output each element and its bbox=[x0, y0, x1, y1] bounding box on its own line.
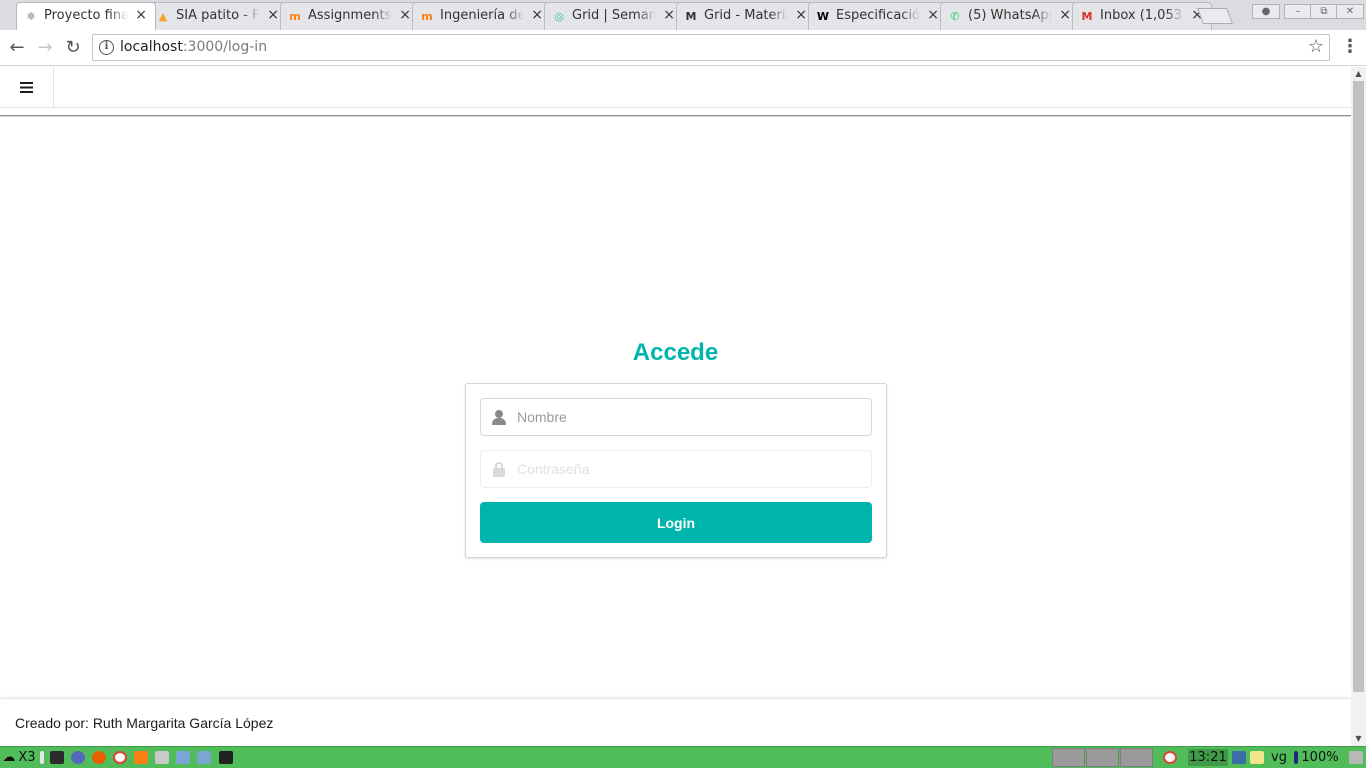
close-tab-icon[interactable]: × bbox=[795, 7, 807, 23]
file-manager-icon[interactable] bbox=[155, 751, 169, 764]
browser-tab[interactable]: m Ingeniería de Software × bbox=[412, 2, 552, 30]
settings-gear-icon[interactable] bbox=[71, 751, 85, 764]
network-icon[interactable] bbox=[1232, 751, 1246, 764]
close-tab-icon[interactable]: × bbox=[663, 7, 675, 23]
battery-level: 100% bbox=[1301, 750, 1339, 765]
taskbar-window-slot[interactable] bbox=[1052, 748, 1085, 767]
show-desktop-icon[interactable] bbox=[1349, 751, 1363, 764]
lock-icon bbox=[492, 462, 506, 477]
address-bar-url[interactable]: localhost:3000/log-in bbox=[120, 39, 267, 55]
browser-tab-title: Especificación bbox=[836, 8, 920, 23]
close-tab-icon[interactable]: × bbox=[399, 7, 411, 23]
login-form: Login bbox=[465, 383, 887, 558]
address-bar[interactable]: i localhost:3000/log-in ☆ bbox=[92, 34, 1330, 61]
browser-tab[interactable]: M Grid - Material-UI × bbox=[676, 2, 816, 30]
browser-tab[interactable]: ⚛ Proyecto final × bbox=[16, 2, 156, 30]
material-ui-icon: M bbox=[685, 9, 697, 23]
page-scrollbar[interactable]: ▲ ▼ bbox=[1351, 67, 1366, 746]
minimize-button[interactable]: – bbox=[1284, 4, 1312, 19]
semantic-ui-icon: ◎ bbox=[554, 9, 564, 23]
scroll-down-arrow-icon[interactable]: ▼ bbox=[1351, 732, 1366, 746]
user-icon bbox=[492, 410, 506, 425]
notes-icon[interactable] bbox=[1250, 751, 1264, 764]
browser-tab[interactable]: M Inbox (1,053) × bbox=[1072, 2, 1212, 30]
scroll-up-arrow-icon[interactable]: ▲ bbox=[1351, 67, 1366, 81]
login-button[interactable]: Login bbox=[480, 502, 872, 543]
profile-button[interactable]: ● bbox=[1252, 4, 1280, 19]
taskbar-window-slot[interactable] bbox=[1086, 748, 1119, 767]
desktop-taskbar: ☁ X3 13:21 vg 100% bbox=[0, 746, 1366, 768]
start-menu-icon[interactable]: ☁ bbox=[2, 749, 16, 766]
browser-tab-title: (5) WhatsApp bbox=[968, 8, 1052, 23]
browser-tab[interactable]: ▲ SIA patito - Firebase × bbox=[148, 2, 288, 30]
scrollbar-thumb[interactable] bbox=[1353, 81, 1364, 692]
close-tab-icon[interactable]: × bbox=[1059, 7, 1071, 23]
username-field[interactable] bbox=[480, 398, 872, 436]
terminal-icon[interactable] bbox=[219, 751, 233, 764]
reload-icon[interactable]: ↻ bbox=[62, 37, 84, 59]
browser-menu-icon[interactable]: ⋮ bbox=[1341, 36, 1359, 57]
password-field[interactable] bbox=[480, 450, 872, 488]
hamburger-icon bbox=[20, 82, 33, 93]
moodle-icon: m bbox=[289, 9, 301, 23]
browser-tab[interactable]: W Especificación × bbox=[808, 2, 948, 30]
close-tab-icon[interactable]: × bbox=[531, 7, 543, 23]
browser-tab[interactable]: ✆ (5) WhatsApp × bbox=[940, 2, 1080, 30]
chrome-icon[interactable] bbox=[113, 751, 127, 764]
footer-credit: Creado por: Ruth Margarita García López bbox=[15, 715, 274, 731]
browser-tab-title: Inbox (1,053) bbox=[1100, 8, 1184, 23]
browser-tab[interactable]: m Assignments × bbox=[280, 2, 420, 30]
whatsapp-icon: ✆ bbox=[950, 9, 960, 23]
launcher-app-icon[interactable] bbox=[50, 751, 64, 764]
window-icon[interactable] bbox=[176, 751, 190, 764]
password-input[interactable] bbox=[517, 451, 867, 487]
moodle-icon: m bbox=[421, 9, 433, 23]
browser-tab-title: Ingeniería de Software bbox=[440, 8, 524, 23]
restore-button[interactable]: ⧉ bbox=[1310, 4, 1338, 19]
battery-icon bbox=[1294, 751, 1298, 764]
chrome-tray-icon[interactable] bbox=[1163, 751, 1177, 764]
browser-tab-title: SIA patito - Firebase bbox=[176, 8, 260, 23]
close-tab-icon[interactable]: × bbox=[927, 7, 939, 23]
forward-arrow-icon[interactable]: → bbox=[34, 37, 56, 59]
browser-tab-strip: ⚛Proyecto final×▲SIA patito - Firebase×m… bbox=[0, 0, 1366, 30]
close-tab-icon[interactable]: × bbox=[135, 7, 147, 23]
taskbar-window-slot[interactable] bbox=[1120, 748, 1153, 767]
site-info-icon[interactable]: i bbox=[99, 40, 114, 55]
browser-toolbar: ← → ↻ i localhost:3000/log-in ☆ bbox=[0, 30, 1366, 66]
browser-tab[interactable]: ◎ Grid | Semantic UI × bbox=[544, 2, 684, 30]
keyboard-layout[interactable]: vg bbox=[1268, 749, 1290, 766]
workspace-switcher[interactable]: X3 bbox=[17, 749, 37, 766]
browser-tab-title: Grid | Semantic UI bbox=[572, 8, 656, 23]
page-viewport: Accede Login Creado por: Ruth Margarita … bbox=[0, 67, 1351, 746]
moodle-icon[interactable] bbox=[134, 751, 148, 764]
top-menu bbox=[0, 67, 1351, 108]
browser-tab-title: Grid - Material-UI bbox=[704, 8, 788, 23]
separator-icon bbox=[40, 751, 44, 764]
wikipedia-icon: W bbox=[816, 9, 830, 23]
browser-tab-title: Proyecto final bbox=[44, 8, 128, 23]
footer: Creado por: Ruth Margarita García López bbox=[0, 698, 1351, 746]
firebase-icon: ▲ bbox=[158, 9, 168, 23]
window-icon[interactable] bbox=[197, 751, 211, 764]
back-arrow-icon[interactable]: ← bbox=[6, 37, 28, 59]
hamburger-menu-button[interactable] bbox=[0, 67, 54, 108]
close-window-button[interactable]: ✕ bbox=[1336, 4, 1364, 19]
username-input[interactable] bbox=[517, 399, 867, 435]
login-title: Accede bbox=[632, 339, 719, 366]
bookmark-star-icon[interactable]: ☆ bbox=[1308, 36, 1324, 57]
divider bbox=[0, 115, 1351, 117]
clock[interactable]: 13:21 bbox=[1188, 749, 1228, 766]
react-icon: ⚛ bbox=[26, 9, 36, 23]
browser-tab-title: Assignments bbox=[308, 8, 392, 23]
gmail-icon: M bbox=[1081, 9, 1093, 23]
close-tab-icon[interactable]: × bbox=[267, 7, 279, 23]
firefox-icon[interactable] bbox=[92, 751, 106, 764]
new-tab-button[interactable] bbox=[1197, 8, 1233, 24]
